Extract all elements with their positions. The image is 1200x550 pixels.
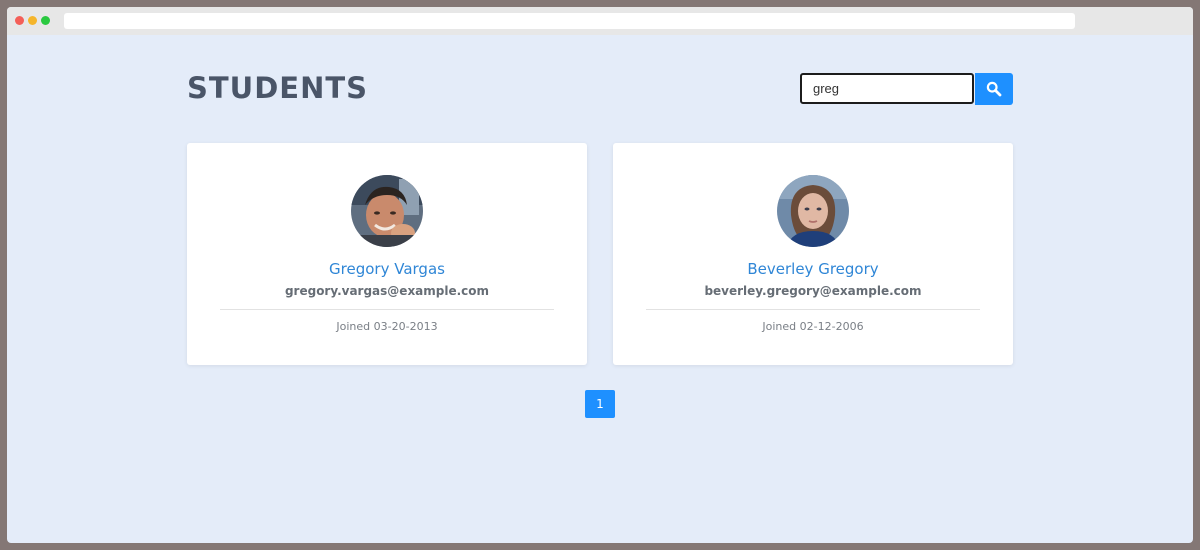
search-button[interactable]: [975, 73, 1013, 105]
search-icon: [986, 81, 1002, 97]
close-window-dot[interactable]: [15, 16, 24, 25]
card-divider: [220, 309, 554, 310]
address-bar[interactable]: [64, 13, 1075, 29]
browser-window: STUDENTS Gregory Vargas gregory.varga: [7, 7, 1193, 543]
joined-date: Joined 03-20-2013: [336, 320, 438, 333]
minimize-window-dot[interactable]: [28, 16, 37, 25]
page-title: STUDENTS: [187, 71, 369, 105]
pagination-page-button[interactable]: 1: [585, 390, 615, 418]
joined-date: Joined 02-12-2006: [762, 320, 864, 333]
student-email: gregory.vargas@example.com: [284, 284, 490, 298]
maximize-window-dot[interactable]: [41, 16, 50, 25]
avatar: [777, 175, 849, 247]
search-input[interactable]: [800, 73, 974, 104]
card-divider: [646, 309, 980, 310]
student-email: beverley.gregory@example.com: [704, 284, 922, 298]
avatar: [351, 175, 423, 247]
student-name[interactable]: Gregory Vargas: [187, 260, 587, 278]
browser-titlebar: [7, 7, 1193, 35]
student-card: Gregory Vargas gregory.vargas@example.co…: [187, 143, 587, 365]
student-name[interactable]: Beverley Gregory: [613, 260, 1013, 278]
student-card: Beverley Gregory beverley.gregory@exampl…: [613, 143, 1013, 365]
